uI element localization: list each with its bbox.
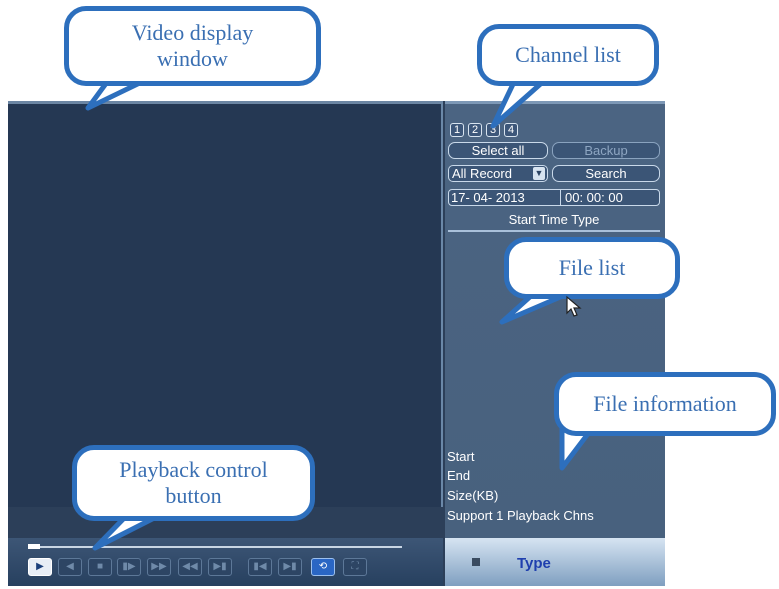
file-list-callout-tail [499, 292, 568, 325]
channel-callout-tail [490, 77, 548, 129]
video-display-callout-text: Video display window [131, 20, 254, 71]
file-list-callout-text: File list [558, 255, 626, 280]
mouse-cursor-icon [566, 295, 582, 317]
file-information-callout-text: File information [593, 391, 737, 416]
channel-list-callout: Channel list [477, 24, 659, 86]
video-display-callout: Video display window [64, 6, 321, 86]
channel-list-callout-text: Channel list [515, 42, 621, 67]
file-information-callout: File information [554, 372, 776, 436]
playback-control-callout: Playback control button [72, 445, 315, 521]
file-list-callout: File list [504, 237, 680, 299]
playback-control-callout-text: Playback control button [119, 457, 268, 508]
